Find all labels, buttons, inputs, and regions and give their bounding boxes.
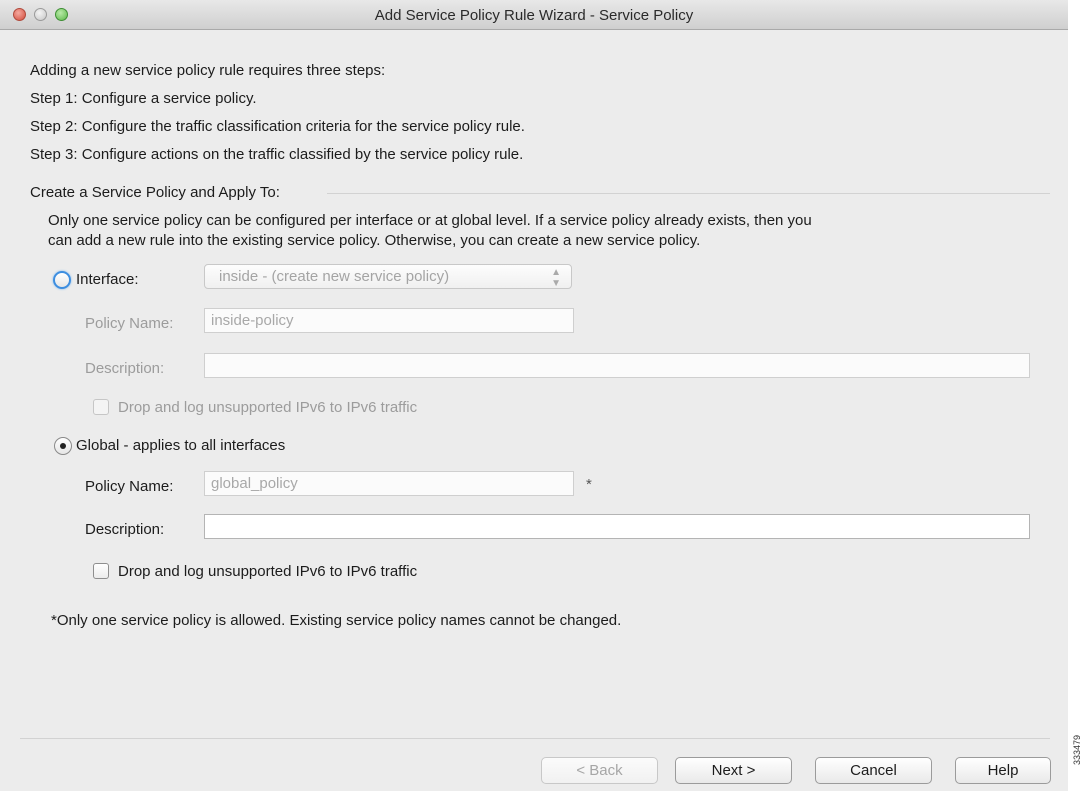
title-bar: Add Service Policy Rule Wizard - Service… [0,0,1068,30]
select-arrows-icon: ▲ ▼ [551,267,561,289]
section-divider [327,193,1050,194]
global-drop-log-checkbox[interactable] [93,563,109,579]
interface-label: Interface: [76,271,139,288]
interface-description-label: Description: [85,360,165,377]
interface-drop-log-label: Drop and log unsupported IPv6 to IPv6 tr… [118,399,418,416]
section-description-line-1: Only one service policy can be configure… [48,212,812,229]
step-1-text: Step 1: Configure a service policy. [30,90,257,107]
global-label: Global - applies to all interfaces [76,437,286,454]
global-radio[interactable] [54,437,72,455]
wizard-content: Adding a new service policy rule require… [0,31,1068,739]
cancel-button[interactable]: Cancel [815,757,932,784]
global-policy-name-label: Policy Name: [85,478,174,495]
wizard-window: Add Service Policy Rule Wizard - Service… [0,0,1068,791]
next-button[interactable]: Next > [675,757,792,784]
step-2-text: Step 2: Configure the traffic classifica… [30,118,525,135]
global-description-label: Description: [85,521,165,538]
step-3-text: Step 3: Configure actions on the traffic… [30,146,524,163]
intro-text: Adding a new service policy rule require… [30,62,386,79]
global-policy-name-input[interactable]: global_policy [204,471,574,496]
back-button[interactable]: < Back [541,757,658,784]
interface-drop-log-checkbox[interactable] [93,399,109,415]
global-description-input[interactable] [204,514,1030,539]
interface-description-input[interactable] [204,353,1030,378]
interface-policy-name-label: Policy Name: [85,315,174,332]
required-marker: * [586,476,592,493]
global-drop-log-label: Drop and log unsupported IPv6 to IPv6 tr… [118,563,418,580]
interface-select-value: inside - (create new service policy) [219,268,450,285]
footnote-text: *Only one service policy is allowed. Exi… [51,612,622,629]
section-heading: Create a Service Policy and Apply To: [30,184,280,201]
interface-policy-name-input[interactable]: inside-policy [204,308,574,333]
interface-select[interactable]: inside - (create new service policy) ▲ ▼ [204,264,572,289]
figure-id: 333479 [1072,734,1082,765]
window-title: Add Service Policy Rule Wizard - Service… [374,7,694,24]
help-button[interactable]: Help [955,757,1051,784]
footer-divider [20,738,1050,739]
interface-radio[interactable] [53,271,71,289]
section-description-line-2: can add a new rule into the existing ser… [48,232,701,249]
